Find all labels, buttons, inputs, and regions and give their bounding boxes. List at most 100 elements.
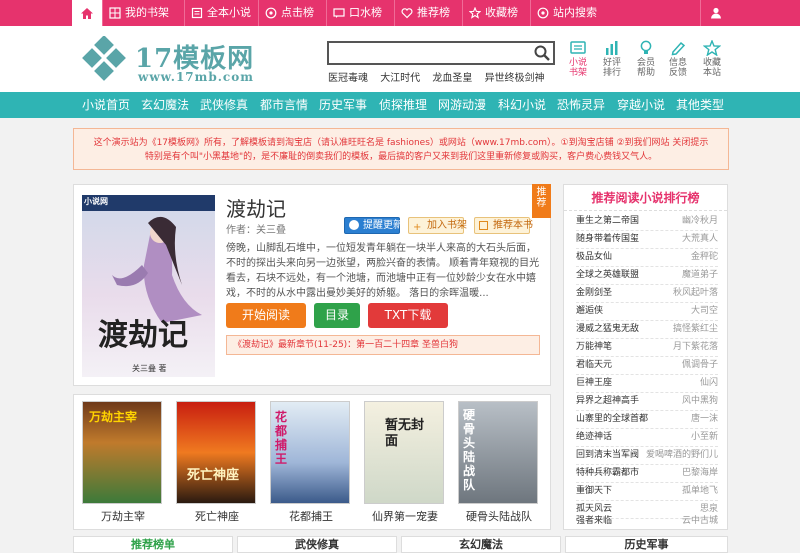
start-reading-button[interactable]: 开始阅读 bbox=[226, 303, 306, 328]
book-card[interactable]: 死亡神座 死亡神座 bbox=[176, 401, 258, 524]
category-link[interactable]: 玄幻魔法 bbox=[141, 92, 189, 118]
category-link[interactable]: 侦探推理 bbox=[379, 92, 427, 118]
ranking-row[interactable]: 万能神笔 月下紫花落 bbox=[576, 337, 718, 357]
logo-diamond-icon bbox=[82, 36, 126, 81]
ranking-row[interactable]: 异界之超神高手 风中黑狗 bbox=[576, 391, 718, 411]
category-link[interactable]: 网游动漫 bbox=[438, 92, 486, 118]
hot-keyword[interactable]: 大江时代 bbox=[380, 73, 420, 84]
check-icon bbox=[349, 220, 359, 230]
hot-keywords: 医冠毒魂 大江时代 龙血圣皇 异世终极剑神 bbox=[328, 69, 554, 84]
quick-bookshelf[interactable]: 小说 书架 bbox=[566, 40, 590, 78]
ranking-row[interactable]: 金刚剑圣 秋风起叶落 bbox=[576, 283, 718, 303]
nav-click-rank[interactable]: 点击榜 bbox=[258, 0, 326, 26]
click-icon bbox=[265, 7, 277, 19]
quick-label-1: 小说 bbox=[568, 58, 587, 68]
quick-bookmark-site[interactable]: 收藏 本站 bbox=[700, 40, 724, 78]
search-input[interactable] bbox=[329, 43, 525, 63]
quick-feedback[interactable]: 信息 反馈 bbox=[666, 40, 690, 78]
rank-book-author: 月下紫花落 bbox=[672, 342, 718, 352]
nav-bookshelf[interactable]: 我的书架 bbox=[102, 0, 184, 26]
star-icon bbox=[469, 7, 481, 19]
quick-label-2: 反馈 bbox=[668, 68, 687, 78]
table-of-contents-button[interactable]: 目录 bbox=[314, 303, 360, 328]
cover-author-text: 关三叠 著 bbox=[132, 363, 167, 373]
ranking-row[interactable]: 君临天元 佩调骨子 bbox=[576, 355, 718, 375]
ranking-row[interactable]: 回到清末当军阀 爱喝啤酒的野们儿 bbox=[576, 445, 718, 465]
recommend-book-button[interactable]: 推荐本书 bbox=[474, 217, 533, 234]
search-icon[interactable] bbox=[533, 44, 551, 62]
ranking-row[interactable]: 漫威之猛鬼无敌 搞怪紫红尘 bbox=[576, 319, 718, 339]
category-link[interactable]: 小说首页 bbox=[82, 92, 130, 118]
rank-book-title: 君临天元 bbox=[576, 360, 613, 370]
rank-book-title: 极品女仙 bbox=[576, 252, 613, 262]
remind-update-button[interactable]: 提醒更新 bbox=[344, 217, 403, 234]
category-link[interactable]: 穿越小说 bbox=[617, 92, 665, 118]
top-navbar: 我的书架 全本小说 点击榜 口水榜 推荐榜 收藏榜 站内搜索 bbox=[0, 0, 800, 26]
section-wuxia[interactable]: 武侠修真 bbox=[237, 536, 397, 553]
user-button[interactable] bbox=[700, 0, 730, 26]
ranking-row[interactable]: 全球之英雄联盟 魔道弟子 bbox=[576, 265, 718, 285]
ranking-row[interactable]: 随身带着传国玺 大荒真人 bbox=[576, 229, 718, 249]
rank-book-author: 秋风起叶落 bbox=[672, 288, 718, 298]
book-author[interactable]: 作者：关三叠 bbox=[226, 221, 286, 236]
quick-rating-rank[interactable]: 好评 排行 bbox=[600, 40, 624, 78]
cover-text: 死亡神座 bbox=[187, 468, 240, 483]
ranking-row[interactable]: 重御天下 孤单地飞 bbox=[576, 481, 718, 501]
book-card[interactable]: 万劫主宰 万劫主宰 bbox=[82, 401, 164, 524]
site-logo[interactable]: 17模板网 www.17mb.com bbox=[80, 36, 280, 86]
category-link[interactable]: 科幻小说 bbox=[498, 92, 546, 118]
nav-label: 推荐榜 bbox=[417, 6, 450, 19]
category-link[interactable]: 历史军事 bbox=[319, 92, 367, 118]
book-cover[interactable]: 渡劫记 关三叠 著 小说网 bbox=[82, 195, 215, 377]
recommended-books: 万劫主宰 万劫主宰 死亡神座 死亡神座 花都捕王 花都捕王 暂无封面 仙界第一宠… bbox=[73, 394, 551, 530]
nav-recommend-rank[interactable]: 推荐榜 bbox=[394, 0, 462, 26]
book-card[interactable]: 花都捕王 花都捕王 bbox=[270, 401, 352, 524]
ranking-row[interactable]: 极品女仙 金秤砣 bbox=[576, 247, 718, 267]
star-icon bbox=[703, 40, 721, 56]
quick-member-help[interactable]: 会员 帮助 bbox=[634, 40, 658, 78]
book-name: 死亡神座 bbox=[195, 510, 239, 523]
ranking-row[interactable]: 巨神王座 仙闪 bbox=[576, 373, 718, 393]
quick-label-2: 排行 bbox=[602, 68, 621, 78]
rank-book-author: 爱喝啤酒的野们儿 bbox=[645, 450, 718, 460]
search-box bbox=[327, 41, 555, 65]
nav-favorite-rank[interactable]: 收藏榜 bbox=[462, 0, 530, 26]
rank-book-title: 绝迹神话 bbox=[576, 432, 613, 442]
button-label: 提醒更新 bbox=[363, 220, 403, 231]
ranking-title: 推荐阅读小说排行榜 bbox=[564, 185, 727, 211]
rank-book-author: 巴黎海岸 bbox=[681, 468, 718, 478]
ranking-row[interactable]: 绝迹神话 小至新 bbox=[576, 427, 718, 447]
ranking-row[interactable]: 邂逅侠 大司空 bbox=[576, 301, 718, 321]
button-label: 推荐本书 bbox=[493, 220, 533, 231]
nav-site-search[interactable]: 站内搜索 bbox=[530, 0, 615, 26]
rank-book-author: 风中黑狗 bbox=[681, 396, 718, 406]
bookshelf-icon bbox=[570, 41, 586, 54]
txt-download-button[interactable]: TXT下载 bbox=[368, 303, 448, 328]
section-fantasy[interactable]: 玄幻魔法 bbox=[401, 536, 561, 553]
category-link[interactable]: 恐怖灵异 bbox=[557, 92, 605, 118]
rank-book-title: 特种兵称霸都市 bbox=[576, 468, 640, 478]
ranking-row[interactable]: 强者来临 云中古城 bbox=[576, 511, 718, 531]
section-recommend-list[interactable]: 推荐榜单 bbox=[73, 536, 233, 553]
nav-comment-rank[interactable]: 口水榜 bbox=[326, 0, 394, 26]
rank-book-author: 孤单地飞 bbox=[681, 486, 718, 496]
rank-book-author: 大司空 bbox=[690, 306, 718, 316]
nav-complete-novels[interactable]: 全本小说 bbox=[184, 0, 258, 26]
category-link[interactable]: 武侠修真 bbox=[200, 92, 248, 118]
quick-label-2: 帮助 bbox=[636, 68, 655, 78]
home-button[interactable] bbox=[72, 0, 102, 26]
hot-keyword[interactable]: 龙血圣皇 bbox=[432, 73, 472, 84]
add-to-shelf-button[interactable]: + 加入书架 bbox=[408, 217, 467, 234]
section-history[interactable]: 历史军事 bbox=[565, 536, 728, 553]
hot-keyword[interactable]: 医冠毒魂 bbox=[328, 73, 368, 84]
category-link[interactable]: 都市言情 bbox=[260, 92, 308, 118]
book-card[interactable]: 暂无封面 仙界第一宠妻 bbox=[364, 401, 446, 524]
ranking-row[interactable]: 山寨里的全球首都 唐一沫 bbox=[576, 409, 718, 429]
hot-keyword[interactable]: 异世终极剑神 bbox=[485, 73, 545, 84]
latest-chapter[interactable]: 《渡劫记》最新章节(11-25)：第一百二十四章 圣兽白狗 bbox=[226, 335, 540, 355]
ranking-row[interactable]: 重生之第二帝国 幽冷秋月 bbox=[576, 211, 718, 231]
category-link[interactable]: 其他类型 bbox=[676, 92, 724, 118]
ranking-row[interactable]: 特种兵称霸都市 巴黎海岸 bbox=[576, 463, 718, 483]
bar-chart-icon bbox=[606, 41, 618, 55]
book-card[interactable]: 硬骨头陆战队 硬骨头陆战队 bbox=[458, 401, 540, 524]
